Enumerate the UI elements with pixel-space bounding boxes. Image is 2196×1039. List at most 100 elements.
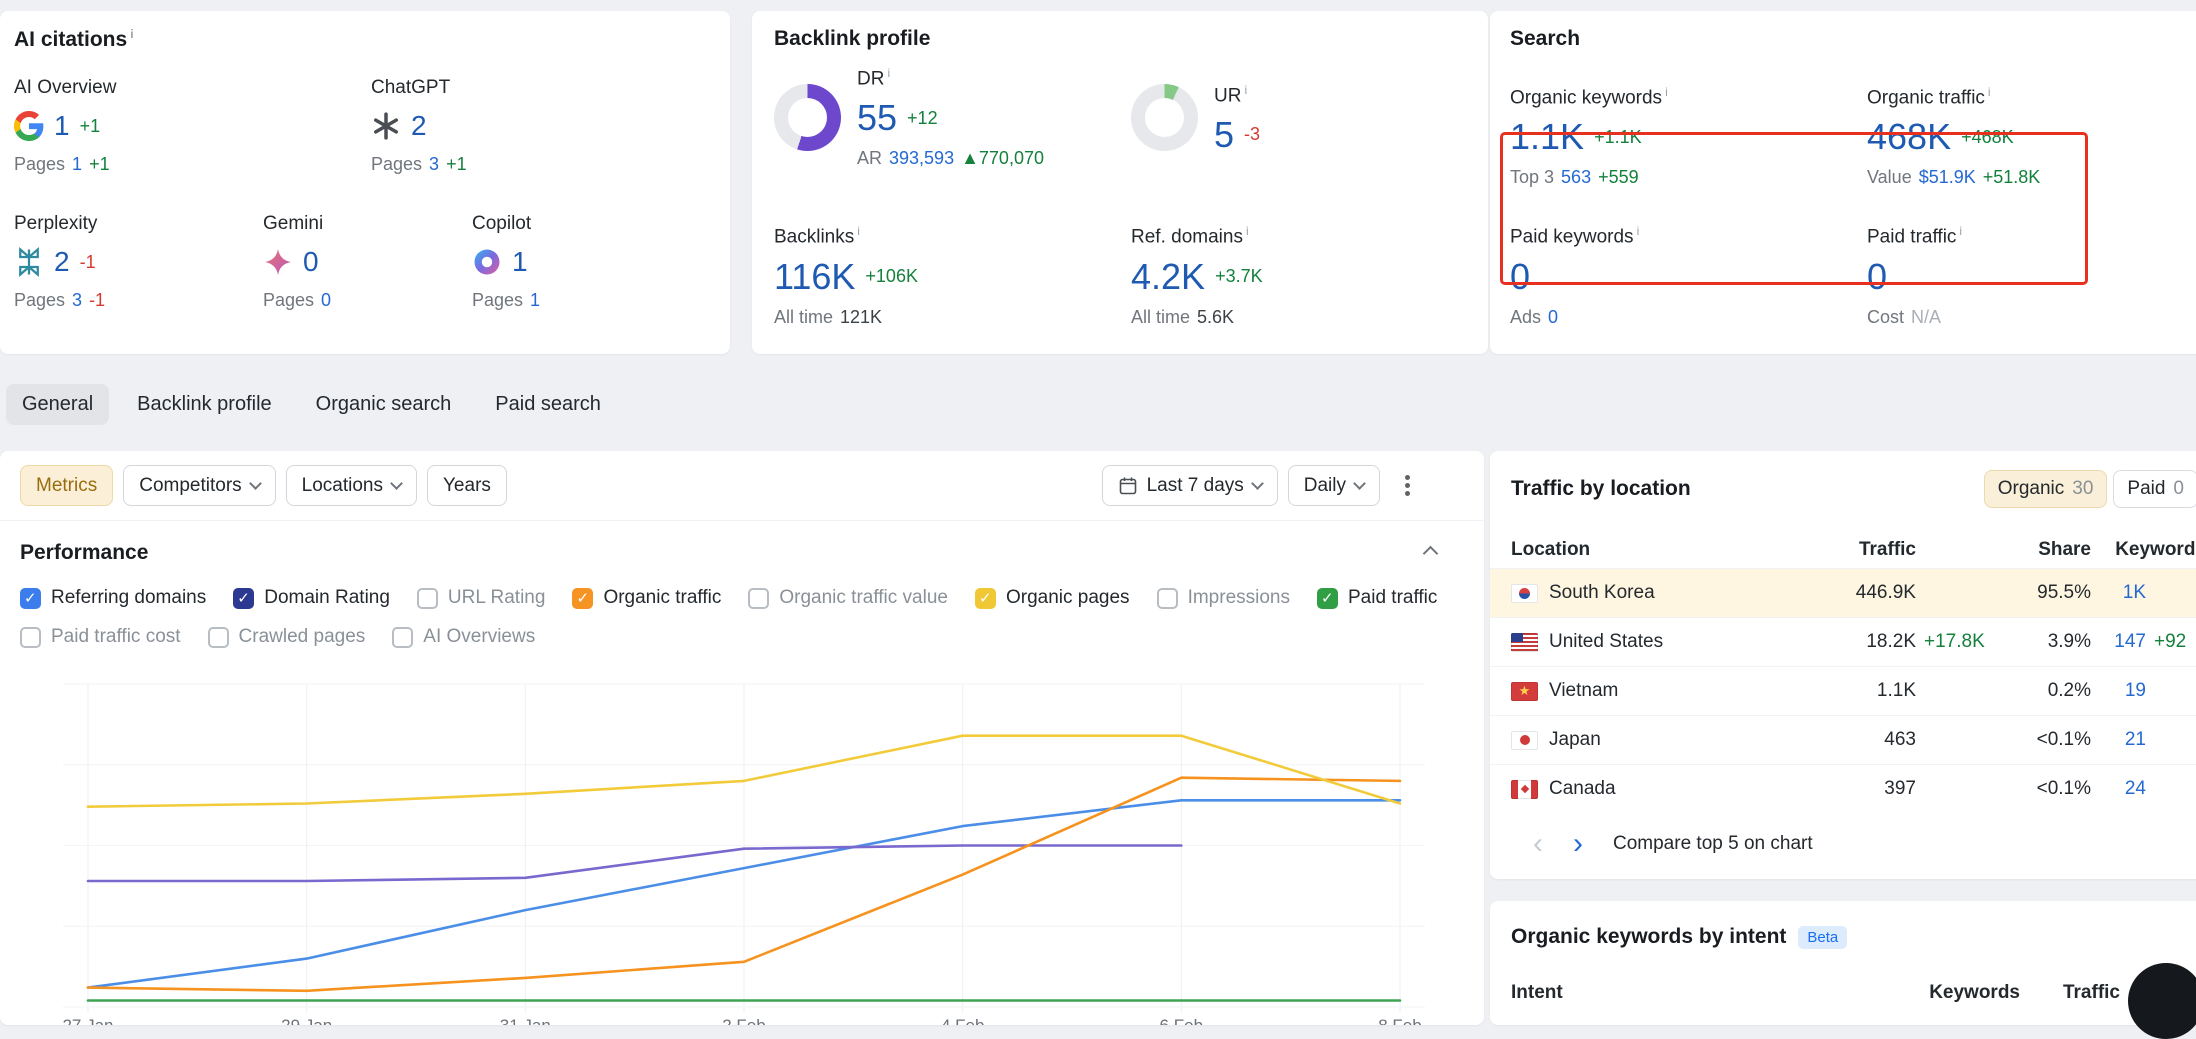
location-keywords-link[interactable]: 147 [2114, 631, 2146, 652]
ur-label: URi [1214, 83, 1260, 107]
ar-delta: ▲770,070 [961, 148, 1044, 169]
overview-main-card: Metrics Competitors Locations Years Last… [0, 451, 1484, 1025]
location-row[interactable]: South Korea 446.9K 95.5% 1K [1490, 568, 2196, 617]
metric-checkbox[interactable]: Crawled pages [208, 626, 366, 648]
location-row[interactable]: Canada 397 <0.1% 24 [1490, 764, 2196, 813]
metrics-button[interactable]: Metrics [20, 465, 113, 506]
ads-value-link[interactable]: 0 [1548, 307, 1558, 328]
organic-traffic-metric: Organic traffici 468K +468K Value $51.9K… [1867, 85, 2196, 188]
svg-text:31 Jan: 31 Jan [500, 1016, 551, 1025]
top3-value-link[interactable]: 563 [1561, 167, 1591, 188]
paid-traffic-value: 0 [1867, 259, 1887, 295]
backlink-profile-card: Backlink profile DRi 55 +12 AR 393,593 ▲… [752, 11, 1488, 354]
ur-delta: -3 [1244, 124, 1260, 145]
cost-label: Cost [1867, 307, 1904, 328]
location-row[interactable]: United States 18.2K +17.8K 3.9% 147 +92 [1490, 617, 2196, 666]
location-share: 95.5% [2011, 582, 2091, 604]
tab-label: Paid search [495, 393, 601, 415]
ai-platform-name: ChatGPT [371, 77, 712, 99]
country-name: Vietnam [1549, 680, 1618, 702]
prev-page-arrow[interactable]: ‹ [1533, 829, 1543, 859]
years-button[interactable]: Years [427, 465, 507, 506]
performance-chart: 27 Jan29 Jan31 Jan2 Feb4 Feb6 Feb8 Feb [30, 676, 1430, 1025]
granularity-dropdown[interactable]: Daily [1288, 465, 1380, 506]
organic-keywords-value: 1.1K [1510, 119, 1584, 155]
location-share: <0.1% [2011, 778, 2091, 800]
metric-checkbox[interactable]: Paid traffic [1317, 587, 1437, 609]
ai-citation-item: AI Overview 1 +1 Pages 1 +1 [14, 77, 371, 175]
location-keywords-link[interactable]: 24 [2125, 778, 2146, 799]
svg-text:8 Feb: 8 Feb [1378, 1016, 1421, 1025]
keywords-column-header: Keywords [1900, 982, 2020, 1004]
pages-link[interactable]: 3 [429, 154, 439, 175]
traffic-value-link[interactable]: $51.9K [1919, 167, 1976, 188]
metric-checkbox[interactable]: Domain Rating [233, 587, 390, 609]
metric-checkbox[interactable]: Referring domains [20, 587, 206, 609]
pages-label: Pages [14, 290, 65, 311]
collapse-chevron-icon[interactable] [1423, 545, 1439, 561]
copilot-icon [472, 247, 502, 277]
next-page-arrow[interactable]: › [1573, 829, 1583, 859]
paid-traffic-label: Paid traffici [1867, 224, 2196, 248]
ref-domains-value: 4.2K [1131, 259, 1205, 295]
checkbox-icon [20, 588, 41, 609]
metric-checkbox[interactable]: Paid traffic cost [20, 626, 181, 648]
more-options-button[interactable] [1390, 465, 1424, 506]
metric-checkbox[interactable]: URL Rating [417, 587, 546, 609]
pages-link[interactable]: 0 [321, 290, 331, 311]
organic-keywords-metric: Organic keywordsi 1.1K +1.1K Top 3 563 +… [1510, 85, 1867, 188]
chevron-down-icon [1353, 477, 1366, 490]
metric-checkbox[interactable]: Organic pages [975, 587, 1130, 609]
pages-link[interactable]: 1 [72, 154, 82, 175]
location-traffic: 1.1K [1781, 680, 1916, 702]
organic-keywords-delta: +1.1K [1594, 127, 1642, 148]
dr-delta: +12 [907, 108, 938, 129]
dr-value: 55 [857, 100, 897, 136]
compare-top5-link[interactable]: Compare top 5 on chart [1613, 833, 1813, 855]
location-keywords-link[interactable]: 21 [2125, 729, 2146, 750]
ai-citation-count: 1 [54, 112, 70, 140]
metric-checkbox[interactable]: Impressions [1157, 587, 1290, 609]
chevron-down-icon [1251, 477, 1264, 490]
report-tab[interactable]: General [6, 384, 109, 425]
tab-label: Organic search [316, 393, 452, 415]
ai-citation-count: 2 [411, 112, 427, 140]
tab-label: Backlink profile [137, 393, 272, 415]
ai-citation-item: Perplexity 2 -1 Pages 3 -1 [14, 213, 263, 311]
ai-citation-count: 0 [303, 248, 319, 276]
pages-link[interactable]: 3 [72, 290, 82, 311]
ar-value-link[interactable]: 393,593 [889, 148, 954, 169]
country-flag-icon [1511, 584, 1538, 603]
ai-citations-card: AI citationsi AI Overview 1 +1 Pages 1 +… [0, 11, 730, 354]
report-tab[interactable]: Organic search [300, 384, 468, 425]
chat-widget-button[interactable] [2128, 963, 2196, 1039]
country-name: United States [1549, 631, 1663, 653]
metric-checkbox[interactable]: Organic traffic value [748, 587, 948, 609]
competitors-dropdown[interactable]: Competitors [123, 465, 275, 506]
checkbox-label: Impressions [1188, 587, 1290, 609]
ai-platform-name: Copilot [472, 213, 712, 235]
traffic-toggle-button[interactable]: Organic 30 [1984, 470, 2108, 508]
report-tab[interactable]: Paid search [479, 384, 617, 425]
metric-checkbox[interactable]: AI Overviews [392, 626, 535, 648]
location-keywords-link[interactable]: 19 [2125, 680, 2146, 701]
location-share: <0.1% [2011, 729, 2091, 751]
pages-delta: -1 [89, 290, 105, 311]
svg-text:6 Feb: 6 Feb [1160, 1016, 1203, 1025]
info-icon: i [1244, 83, 1247, 97]
location-row[interactable]: Vietnam 1.1K 0.2% 19 [1490, 666, 2196, 715]
report-tab[interactable]: Backlink profile [121, 384, 288, 425]
traffic-toggle-button[interactable]: Paid 0 [2113, 470, 2196, 508]
locations-dropdown[interactable]: Locations [286, 465, 417, 506]
country-name: Japan [1549, 729, 1601, 751]
location-keywords-link[interactable]: 1K [2123, 582, 2146, 603]
value-label: Value [1867, 167, 1912, 188]
country-flag-icon [1511, 780, 1538, 799]
location-row[interactable]: Japan 463 <0.1% 21 [1490, 715, 2196, 764]
checkbox-label: AI Overviews [423, 626, 535, 648]
pages-label: Pages [263, 290, 314, 311]
metric-checkbox[interactable]: Organic traffic [572, 587, 721, 609]
date-range-dropdown[interactable]: Last 7 days [1102, 465, 1278, 506]
all-time-label: All time [774, 307, 833, 328]
pages-link[interactable]: 1 [530, 290, 540, 311]
